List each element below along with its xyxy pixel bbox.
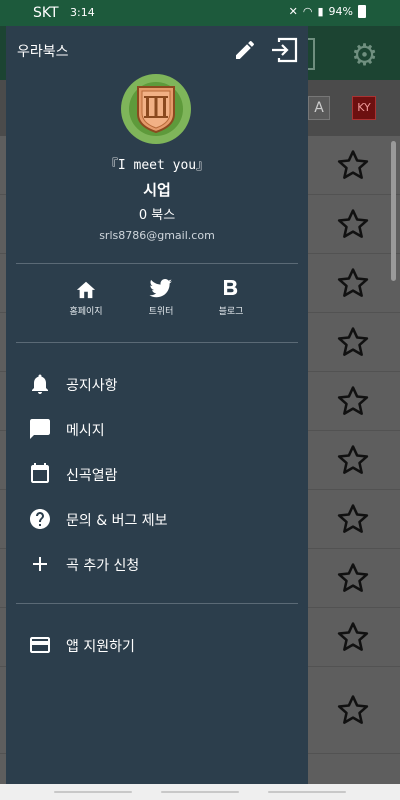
status-bar: SKT 3:14 ✕ ◠ ▮ 94% xyxy=(0,0,400,26)
nav-home-button[interactable] xyxy=(161,791,239,793)
social-links: 홈페이지 트위터 블로그 xyxy=(6,278,308,328)
status-icons: ✕ ◠ ▮ 94% xyxy=(289,5,366,18)
calendar-icon xyxy=(31,463,49,483)
help-icon xyxy=(30,509,50,529)
star-icon[interactable] xyxy=(336,620,370,654)
menu-item-message[interactable]: 메시지 xyxy=(6,407,308,451)
twitter-link[interactable]: 트위터 xyxy=(131,278,191,317)
divider xyxy=(16,603,298,604)
twitter-label: 트위터 xyxy=(148,307,174,317)
navigation-drawer: 우라북스 『I meet you』 시업 0 북스 srls8786@gmail… xyxy=(6,26,308,784)
home-icon xyxy=(76,281,96,299)
user-name: 시업 xyxy=(143,181,171,199)
divider xyxy=(16,342,298,343)
menu-item-song-request[interactable]: 곡 추가 신청 xyxy=(6,542,308,586)
book-count: 0 북스 xyxy=(138,208,176,223)
user-motto: 『I meet you』 xyxy=(104,158,210,173)
rank-badge-icon xyxy=(137,86,175,134)
nav-recents-button[interactable] xyxy=(54,791,132,793)
edit-icon[interactable] xyxy=(233,38,257,62)
blog-icon xyxy=(224,280,238,295)
scrollbar[interactable] xyxy=(391,141,396,281)
user-email: srls8786@gmail.com xyxy=(99,229,215,242)
menu-item-label: 문의 & 버그 제보 xyxy=(66,513,168,529)
twitter-icon xyxy=(149,279,172,298)
bell-icon xyxy=(32,374,48,394)
blog-label: 블로그 xyxy=(218,307,244,317)
menu-item-inquiry[interactable]: 문의 & 버그 제보 xyxy=(6,497,308,541)
menu-item-label: 앱 지원하기 xyxy=(66,639,135,655)
star-icon[interactable] xyxy=(336,693,370,727)
star-icon[interactable] xyxy=(336,384,370,418)
wifi-icon: ◠ xyxy=(302,5,313,18)
avatar[interactable] xyxy=(121,74,191,144)
menu-item-support-app[interactable]: 앱 지원하기 xyxy=(6,623,308,667)
gear-icon: ⚙ xyxy=(351,38,378,73)
clock: 3:14 xyxy=(70,6,95,19)
nav-back-button[interactable] xyxy=(268,791,346,793)
menu-item-label: 공지사항 xyxy=(66,378,118,394)
homepage-link[interactable]: 홈페이지 xyxy=(56,278,116,317)
star-icon[interactable] xyxy=(336,325,370,359)
menu-item-new-songs[interactable]: 신곡열람 xyxy=(6,452,308,496)
star-icon[interactable] xyxy=(336,207,370,241)
menu-item-label: 신곡열람 xyxy=(66,468,118,484)
drawer-title: 우라북스 xyxy=(17,44,69,60)
carrier-label: SKT xyxy=(33,5,59,21)
star-icon[interactable] xyxy=(336,148,370,182)
mute-icon: ✕ xyxy=(288,5,298,18)
plus-icon xyxy=(33,557,47,571)
menu-item-notice[interactable]: 공지사항 xyxy=(6,362,308,406)
blog-link[interactable]: 블로그 xyxy=(201,278,261,317)
battery-icon xyxy=(358,5,366,18)
star-icon[interactable] xyxy=(336,266,370,300)
divider xyxy=(16,263,298,264)
signal-icon: ▮ xyxy=(317,5,324,18)
logout-icon[interactable] xyxy=(270,37,298,63)
tag-a: A xyxy=(308,96,330,120)
menu-item-label: 곡 추가 신청 xyxy=(66,558,140,574)
star-icon[interactable] xyxy=(336,561,370,595)
star-icon[interactable] xyxy=(336,443,370,477)
system-nav-bar xyxy=(0,784,400,800)
homepage-label: 홈페이지 xyxy=(69,307,103,317)
tag-ky: KY xyxy=(352,96,376,120)
menu-item-label: 메시지 xyxy=(66,423,105,439)
message-icon xyxy=(30,419,50,439)
card-icon xyxy=(30,637,50,653)
battery-percent: 94% xyxy=(328,5,353,18)
star-icon[interactable] xyxy=(336,502,370,536)
